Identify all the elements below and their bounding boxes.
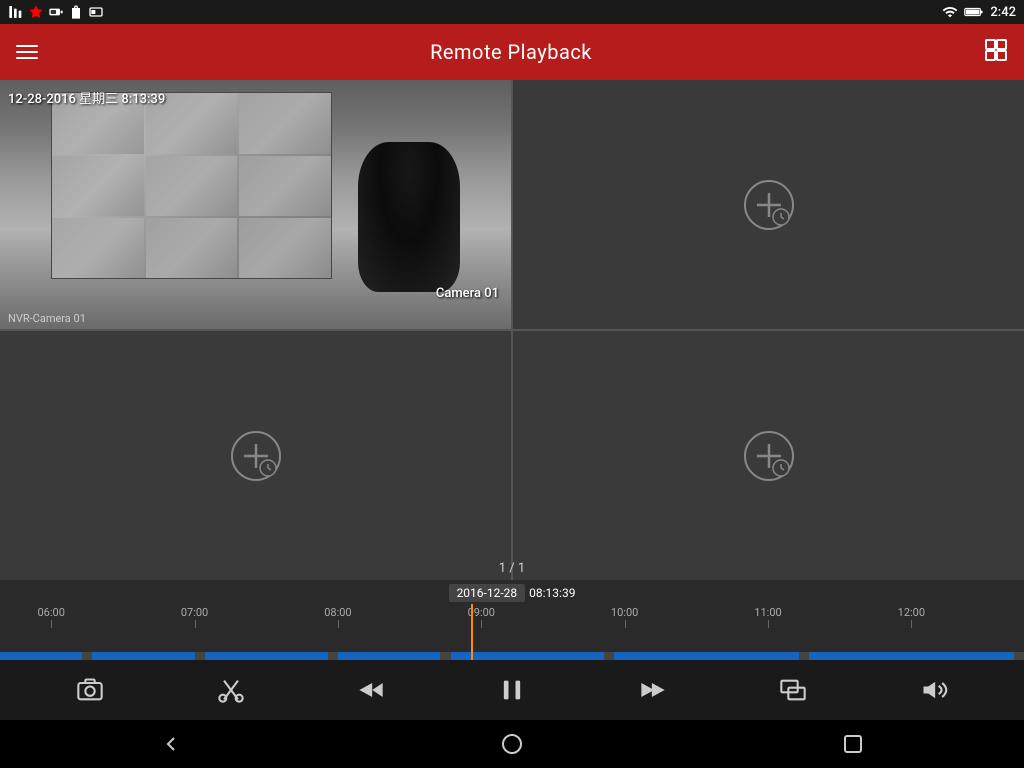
status-bar: 2:42 — [0, 0, 1024, 24]
rewind-button[interactable] — [349, 668, 393, 712]
wifi-icon — [942, 4, 958, 20]
page-indicator: 1 / 1 — [499, 561, 525, 576]
add-camera-3[interactable] — [230, 430, 282, 482]
controls-bar — [0, 660, 1024, 720]
home-button[interactable] — [488, 720, 536, 768]
nav-bar — [0, 720, 1024, 768]
playhead — [471, 604, 473, 652]
multiscreen-button[interactable] — [771, 668, 815, 712]
pause-button[interactable] — [490, 668, 534, 712]
app-bar: Remote Playback — [0, 24, 1024, 80]
app-title: Remote Playback — [430, 40, 592, 64]
video-cell-3[interactable] — [0, 331, 511, 580]
status-right-icons: 2:42 — [942, 4, 1016, 20]
timeline-ruler[interactable]: 06:00 07:00 08:00 09:00 10:00 11:00 12:0… — [0, 604, 1024, 652]
status-icon-4 — [68, 4, 84, 20]
tick-0700: 07:00 — [181, 606, 208, 619]
timeline-time: 08:13:39 — [529, 586, 575, 600]
camera-label: Camera 01 — [436, 286, 499, 301]
recents-button[interactable] — [829, 720, 877, 768]
add-camera-4[interactable] — [743, 430, 795, 482]
pb-seg-2 — [205, 652, 328, 660]
status-icon-3 — [48, 4, 64, 20]
playback-bar[interactable] — [0, 652, 1024, 660]
video-cell-4[interactable] — [513, 331, 1024, 580]
camera-name: NVR-Camera 01 — [8, 312, 86, 325]
pb-seg-6 — [809, 652, 1014, 660]
timeline-container[interactable]: 2016-12-28 08:13:39 06:00 07:00 08:00 09… — [0, 580, 1024, 660]
tick-0600: 06:00 — [37, 606, 64, 619]
playhead-bar — [471, 652, 473, 660]
add-camera-2[interactable] — [743, 179, 795, 231]
camera-timestamp: 12-28-2016 星期三 8:13:39 — [8, 88, 165, 107]
tick-1200: 12:00 — [898, 606, 925, 619]
pb-seg-3 — [338, 652, 440, 660]
tick-0800: 08:00 — [324, 606, 351, 619]
fastforward-button[interactable] — [631, 668, 675, 712]
video-cell-1[interactable]: 12-28-2016 星期三 8:13:39 Camera 01 NVR-Cam… — [0, 80, 511, 329]
battery-icon — [964, 4, 984, 20]
video-grid: 12-28-2016 星期三 8:13:39 Camera 01 NVR-Cam… — [0, 80, 1024, 580]
status-left-icons — [8, 4, 104, 20]
layout-button[interactable] — [984, 38, 1008, 67]
tick-1000: 10:00 — [611, 606, 638, 619]
screenshot-button[interactable] — [68, 668, 112, 712]
timeline-date-row: 2016-12-28 08:13:39 — [0, 580, 1024, 604]
pb-seg-4 — [451, 652, 605, 660]
pb-seg-0 — [0, 652, 82, 660]
status-icon-1 — [8, 4, 24, 20]
status-icon-2 — [28, 4, 44, 20]
pb-seg-5 — [614, 652, 798, 660]
pb-seg-1 — [92, 652, 194, 660]
timeline-date: 2016-12-28 — [449, 584, 526, 602]
clip-button[interactable] — [209, 668, 253, 712]
time-display: 2:42 — [990, 5, 1016, 20]
back-button[interactable] — [147, 720, 195, 768]
tick-1100: 11:00 — [754, 606, 781, 619]
status-icon-5 — [88, 4, 104, 20]
camera-scene — [0, 80, 511, 329]
menu-button[interactable] — [16, 45, 38, 59]
volume-button[interactable] — [912, 668, 956, 712]
video-cell-2[interactable] — [513, 80, 1024, 329]
